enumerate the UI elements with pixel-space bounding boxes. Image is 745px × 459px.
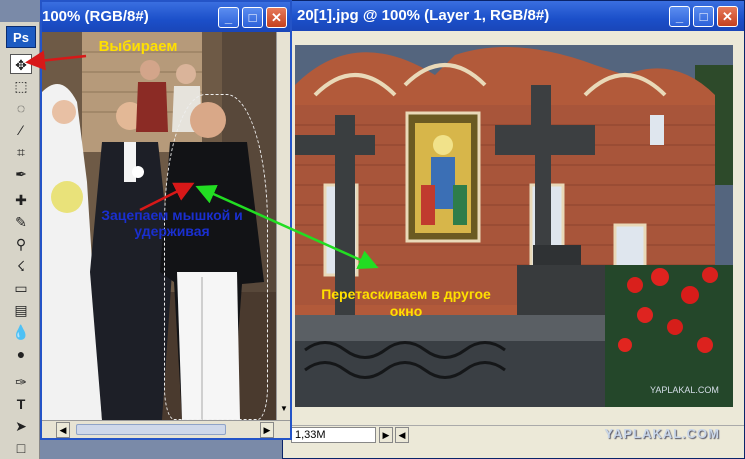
- gradient-tool-icon[interactable]: ▤: [10, 300, 32, 320]
- site-watermark: YAPLAKAL.COM: [604, 426, 720, 441]
- horizontal-scrollbar[interactable]: ◀ ▶: [42, 420, 290, 438]
- minimize-button[interactable]: _: [218, 7, 239, 28]
- selection-marquee: [164, 94, 268, 420]
- maximize-button[interactable]: □: [242, 7, 263, 28]
- wedding-window-title: 100% (RGB/8#): [42, 8, 149, 25]
- church-window-title: 20[1].jpg @ 100% (Layer 1, RGB/8#): [297, 7, 550, 24]
- close-button[interactable]: ✕: [717, 6, 738, 27]
- church-image-window[interactable]: 20[1].jpg @ 100% (Layer 1, RGB/8#) _ □ ✕: [282, 0, 745, 459]
- scroll-left-arrow[interactable]: ◀: [395, 427, 409, 443]
- clone-stamp-tool-icon[interactable]: ⚲: [10, 234, 32, 254]
- scroll-left-arrow[interactable]: ◀: [56, 422, 70, 438]
- vertical-scrollbar[interactable]: ▼: [276, 32, 290, 420]
- blur-tool-icon[interactable]: 💧: [10, 322, 32, 342]
- wedding-image-window[interactable]: 100% (RGB/8#) _ □ ✕ Выбираем Зацепаем мы…: [40, 0, 292, 440]
- brush-tool-icon[interactable]: ✎: [10, 212, 32, 232]
- close-button[interactable]: ✕: [266, 7, 287, 28]
- photoshop-logo[interactable]: Ps: [6, 26, 36, 48]
- inner-watermark: YAPLAKAL.COM: [650, 385, 719, 395]
- maximize-button[interactable]: □: [693, 6, 714, 27]
- scroll-down-arrow[interactable]: ▼: [278, 404, 290, 418]
- eyedropper-tool-icon[interactable]: ✒: [10, 164, 32, 184]
- scroll-right-arrow[interactable]: ▶: [260, 422, 274, 438]
- annotation-choose: Выбираем: [98, 38, 178, 55]
- scroll-thumb[interactable]: [76, 424, 226, 435]
- annotation-grab: Зацепаем мышкой и удерживая: [101, 207, 243, 239]
- crop-tool-icon[interactable]: ⌗: [10, 142, 32, 162]
- wedding-photo-canvas[interactable]: Выбираем Зацепаем мышкой и удерживая: [42, 32, 278, 420]
- church-photo: YAPLAKAL.COM: [295, 45, 733, 407]
- pen-tool-icon[interactable]: ✑: [10, 372, 32, 392]
- status-doc-size: 1,33M: [291, 427, 376, 443]
- shape-tool-icon[interactable]: □: [10, 438, 32, 458]
- eraser-tool-icon[interactable]: ▭: [10, 278, 32, 298]
- status-menu-arrow[interactable]: ▶: [379, 427, 393, 443]
- type-tool-icon[interactable]: T: [10, 394, 32, 414]
- marquee-tool-icon[interactable]: ⬚: [10, 76, 32, 96]
- lasso-tool-icon[interactable]: ◌: [10, 98, 32, 118]
- magic-wand-tool-icon[interactable]: ⁄: [10, 120, 32, 140]
- minimize-button[interactable]: _: [669, 6, 690, 27]
- toolbox-panel: Ps ✥ ⬚ ◌ ⁄ ⌗ ✒ ✚ ✎ ⚲ ☇ ▭ ▤ 💧 ● ✑ T ➤ □: [0, 22, 40, 459]
- healing-tool-icon[interactable]: ✚: [10, 190, 32, 210]
- history-brush-tool-icon[interactable]: ☇: [10, 256, 32, 276]
- church-photo-canvas[interactable]: YAPLAKAL.COM: [295, 45, 733, 407]
- wedding-window-titlebar[interactable]: 100% (RGB/8#) _ □ ✕: [42, 2, 290, 32]
- path-selection-tool-icon[interactable]: ➤: [10, 416, 32, 436]
- church-window-titlebar[interactable]: 20[1].jpg @ 100% (Layer 1, RGB/8#) _ □ ✕: [283, 1, 744, 31]
- status-doc-size-text: 1,33M: [295, 429, 326, 441]
- annotation-drag: Перетаскиваем в другое окно: [321, 286, 491, 319]
- move-tool-icon[interactable]: ✥: [10, 54, 32, 74]
- dodge-tool-icon[interactable]: ●: [10, 344, 32, 364]
